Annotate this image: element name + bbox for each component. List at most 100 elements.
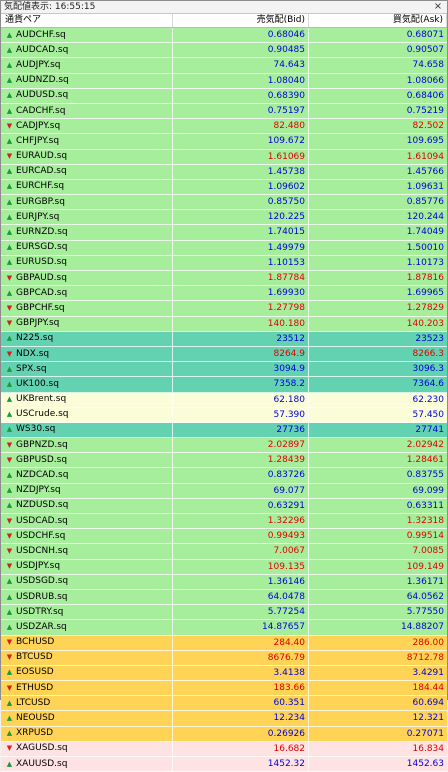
ask-cell: 0.83755 <box>406 470 444 481</box>
table-row[interactable]: ▲ USDZAR.sq 14.87657 14.88207 <box>1 620 447 636</box>
ask-cell: 109.149 <box>406 561 444 572</box>
symbol-cell: ▼ USDJPY.sq <box>1 559 173 574</box>
table-row[interactable]: ▼ XAGUSD.sq 16.682 16.834 <box>1 741 447 757</box>
table-row[interactable]: ▲ NZDCAD.sq 0.83726 0.83755 <box>1 468 447 484</box>
ask-cell: 57.450 <box>412 409 445 420</box>
table-row[interactable]: ▲ EURJPY.sq 120.225 120.244 <box>1 210 447 226</box>
table-row[interactable]: ▲ EURCHF.sq 1.09602 1.09631 <box>1 179 447 196</box>
table-row[interactable]: ▲ XAUUSD.sq 1452.32 1452.63 <box>1 757 447 772</box>
table-row[interactable]: ▼ GBPCHF.sq 1.27798 1.27829 <box>1 301 447 317</box>
symbol-cell: ▼ ETHUSD <box>1 681 173 696</box>
table-row[interactable]: ▼ BCHUSD 284.40 286.00 <box>1 635 447 651</box>
table-row[interactable]: ▼ CADJPY.sq 82.480 82.502 <box>1 119 447 135</box>
table-row[interactable]: ▲ EURCAD.sq 1.45738 1.45766 <box>1 164 447 180</box>
up-arrow-icon: ▲ <box>6 607 13 616</box>
down-arrow-icon: ▼ <box>6 546 13 555</box>
up-arrow-icon: ▲ <box>6 668 13 677</box>
bid-cell: 1.28439 <box>173 453 309 468</box>
up-arrow-icon: ▲ <box>6 622 13 631</box>
table-row[interactable]: ▲ USDSGD.sq 1.36146 1.36171 <box>1 574 447 590</box>
table-row[interactable]: ▲ EURGBP.sq 0.85750 0.85776 <box>1 195 447 211</box>
ask-cell: 140.203 <box>406 318 444 329</box>
symbol-label: USDCHF.sq <box>16 530 66 541</box>
table-row[interactable]: ▲ AUDCAD.sq 0.90485 0.90507 <box>1 43 447 59</box>
symbol-label: USDRUB.sq <box>16 591 68 602</box>
symbol-cell: ▲ EURJPY.sq <box>1 210 173 225</box>
table-row[interactable]: ▲ SPX.sq 3094.9 3096.3 <box>1 362 447 378</box>
table-row[interactable]: ▲ NEOUSD 12.234 12.321 <box>1 711 447 727</box>
symbol-cell: ▲ LTCUSD <box>1 696 173 711</box>
bid-cell: 109.672 <box>173 134 309 149</box>
table-row[interactable]: ▲ CADCHF.sq 0.75197 0.75219 <box>1 103 447 120</box>
table-row[interactable]: ▲ CHFJPY.sq 109.672 109.695 <box>1 134 447 150</box>
ask-cell: 64.0562 <box>406 591 444 602</box>
table-row[interactable]: ▲ USDRUB.sq 64.0478 64.0562 <box>1 589 447 606</box>
table-row[interactable]: ▲ AUDCHF.sq 0.68046 0.68071 <box>1 28 447 44</box>
table-row[interactable]: ▲ EOSUSD 3.4138 3.4291 <box>1 665 447 682</box>
table-row[interactable]: ▼ USDCNH.sq 7.0067 7.0085 <box>1 544 447 560</box>
table-row[interactable]: ▲ USDTRY.sq 5.77254 5.77550 <box>1 605 447 621</box>
table-row[interactable]: ▲ UKBrent.sq 62.180 62.230 <box>1 392 447 408</box>
column-header-bid[interactable]: 売気配(Bid) <box>173 14 309 27</box>
symbol-label: UKBrent.sq <box>16 394 67 405</box>
table-row[interactable]: ▼ ETHUSD 183.66 184.44 <box>1 681 447 697</box>
table-row[interactable]: ▲ EURUSD.sq 1.10153 1.10173 <box>1 255 447 271</box>
column-header-symbol[interactable]: 通貨ペア <box>1 14 173 27</box>
symbol-label: GBPCHF.sq <box>16 302 65 313</box>
table-row[interactable]: ▲ UK100.sq 7358.2 7364.6 <box>1 377 447 393</box>
symbol-cell: ▲ AUDCHF.sq <box>1 28 173 43</box>
bid-cell: 1.69930 <box>173 286 309 301</box>
table-row[interactable]: ▼ GBPAUD.sq 1.87784 1.87816 <box>1 271 447 287</box>
symbol-cell: ▲ XAUUSD.sq <box>1 757 173 772</box>
table-row[interactable]: ▼ EURAUD.sq 1.61069 1.61094 <box>1 149 447 165</box>
table-row[interactable]: ▲ GBPCAD.sq 1.69930 1.69965 <box>1 286 447 302</box>
table-row[interactable]: ▲ EURNZD.sq 1.74015 1.74049 <box>1 225 447 241</box>
table-row[interactable]: ▼ USDCAD.sq 1.32296 1.32318 <box>1 514 447 530</box>
table-row[interactable]: ▼ GBPUSD.sq 1.28439 1.28461 <box>1 453 447 469</box>
symbol-cell: ▼ XAGUSD.sq <box>1 741 173 756</box>
table-row[interactable]: ▲ AUDJPY.sq 74.643 74.658 <box>1 58 447 74</box>
up-arrow-icon: ▲ <box>6 501 13 510</box>
symbol-cell: ▲ EURCHF.sq <box>1 179 173 195</box>
up-arrow-icon: ▲ <box>6 182 13 191</box>
symbol-cell: ▲ GBPCAD.sq <box>1 286 173 301</box>
table-row[interactable]: ▲ LTCUSD 60.351 60.694 <box>1 696 447 712</box>
table-row[interactable]: ▲ USCrude.sq 57.390 57.450 <box>1 407 447 423</box>
bid-cell: 64.0478 <box>173 589 309 605</box>
bid-cell: 1.74015 <box>173 225 309 240</box>
table-row[interactable]: ▲ N225.sq 23512 23523 <box>1 331 447 347</box>
symbol-cell: ▲ AUDUSD.sq <box>1 88 173 103</box>
table-row[interactable]: ▼ USDCHF.sq 0.99493 0.99514 <box>1 529 447 545</box>
bid-cell: 16.682 <box>173 741 309 756</box>
table-row[interactable]: ▼ GBPJPY.sq 140.180 140.203 <box>1 316 447 332</box>
symbol-cell: ▼ GBPAUD.sq <box>1 271 173 286</box>
symbol-cell: ▲ AUDJPY.sq <box>1 58 173 73</box>
table-row[interactable]: ▲ NZDJPY.sq 69.077 69.099 <box>1 483 447 499</box>
close-icon[interactable]: × <box>432 1 444 13</box>
table-row[interactable]: ▲ AUDNZD.sq 1.08040 1.08066 <box>1 73 447 89</box>
bid-cell: 1.49979 <box>173 240 309 255</box>
table-row[interactable]: ▼ USDJPY.sq 109.135 109.149 <box>1 559 447 575</box>
up-arrow-icon: ▲ <box>6 759 13 768</box>
symbol-label: EURSGD.sq <box>16 242 68 253</box>
table-row[interactable]: ▲ WS30.sq 27736 27741 <box>1 422 447 439</box>
table-row[interactable]: ▲ XRPUSD 0.26926 0.27071 <box>1 726 447 742</box>
bid-cell: 0.90485 <box>173 43 309 58</box>
column-header-ask[interactable]: 買気配(Ask) <box>309 14 447 27</box>
symbol-label: CADJPY.sq <box>16 120 61 131</box>
table-row[interactable]: ▲ EURSGD.sq 1.49979 1.50010 <box>1 240 447 256</box>
title-bar[interactable]: 気配値表示: 16:55:15 × <box>1 1 447 14</box>
ask-cell: 1.69965 <box>406 288 444 299</box>
table-row[interactable]: ▼ NDX.sq 8264.9 8266.3 <box>1 346 447 363</box>
table-row[interactable]: ▲ NZDUSD.sq 0.63291 0.63311 <box>1 498 447 514</box>
up-arrow-icon: ▲ <box>6 410 13 419</box>
symbol-cell: ▲ NZDJPY.sq <box>1 483 173 498</box>
ask-cell: 0.68071 <box>406 30 444 40</box>
table-row[interactable]: ▼ GBPNZD.sq 2.02897 2.02942 <box>1 438 447 454</box>
table-row[interactable]: ▼ BTCUSD 8676.79 8712.78 <box>1 650 447 666</box>
table-row[interactable]: ▲ AUDUSD.sq 0.68390 0.68406 <box>1 88 447 104</box>
down-arrow-icon: ▼ <box>6 562 13 571</box>
bid-cell: 120.225 <box>173 210 309 225</box>
ask-cell: 69.099 <box>412 485 445 496</box>
symbol-cell: ▲ CHFJPY.sq <box>1 134 173 149</box>
